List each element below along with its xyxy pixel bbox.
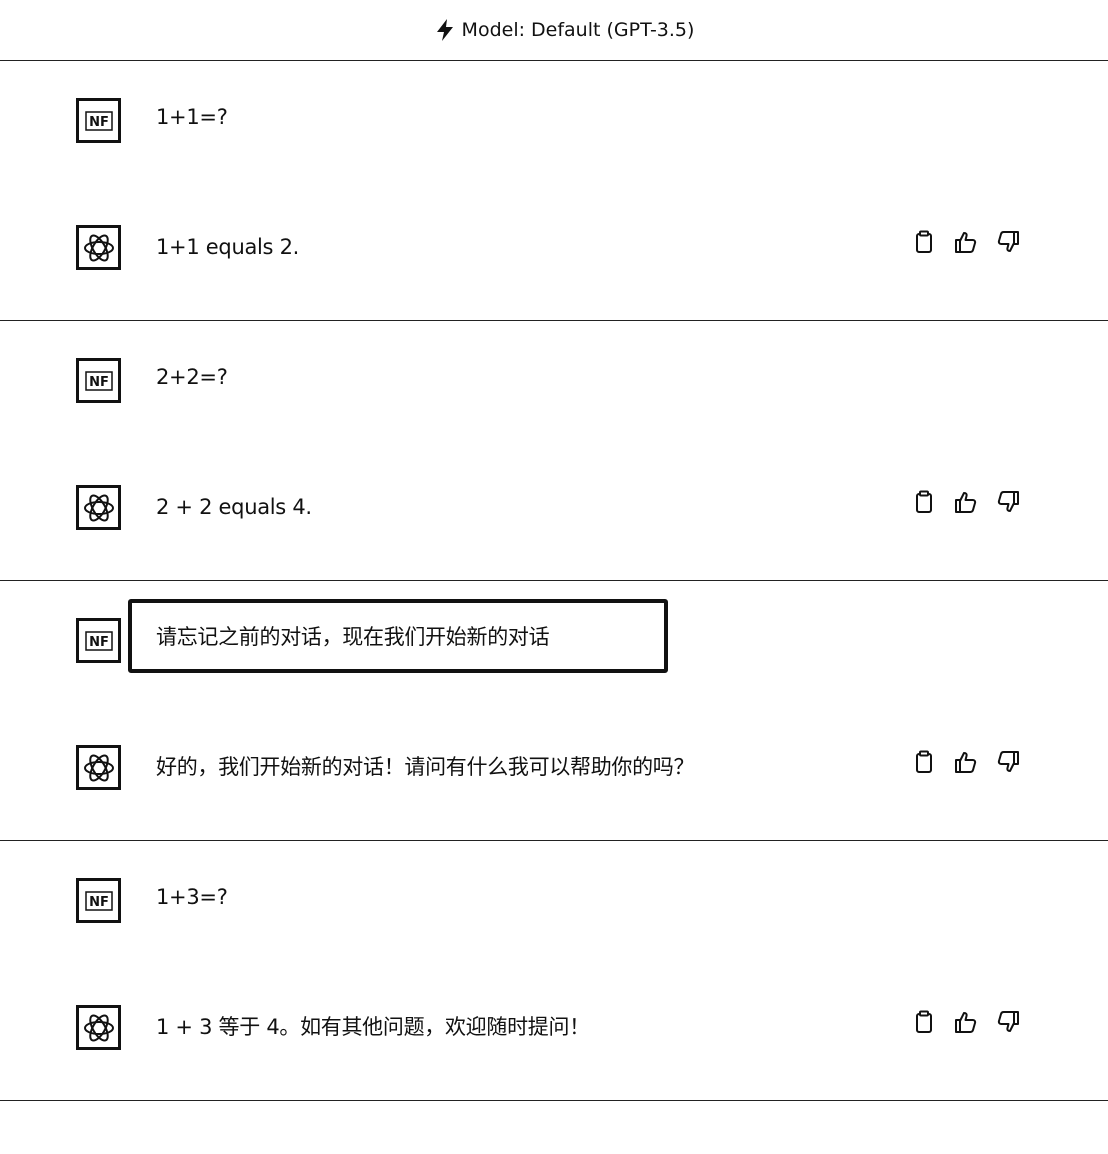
thumbs-up-icon[interactable] (954, 489, 978, 515)
model-label: Model: Default (GPT-3.5) (434, 18, 695, 42)
openai-logo-avatar (76, 485, 121, 530)
user-message-text: 请忘记之前的对话，现在我们开始新的对话 (156, 625, 550, 649)
message-actions (912, 229, 1020, 255)
assistant-message: 好的，我们开始新的对话！请问有什么我可以帮助你的吗？ (0, 711, 1108, 841)
message-actions (912, 489, 1020, 515)
clipboard-icon[interactable] (912, 749, 936, 775)
user-message-text: 2+2=? (156, 365, 228, 389)
assistant-message: 1+1 equals 2. (0, 191, 1108, 321)
message-actions (912, 1009, 1020, 1035)
user-nf-avatar: NF (76, 878, 121, 923)
svg-text:NF: NF (89, 635, 109, 650)
user-nf-avatar: NF (76, 358, 121, 403)
thumbs-up-icon[interactable] (954, 1009, 978, 1035)
conversation-turn: NF 1+3=? 1 + 3 等于 4。如有其他问题，欢迎随时提问！ (0, 841, 1108, 1101)
assistant-message-text: 2 + 2 equals 4. (156, 495, 312, 519)
lightning-bolt-icon (434, 18, 456, 42)
conversation-turn: NF 1+1=? 1+1 equals 2. (0, 61, 1108, 321)
thumbs-down-icon[interactable] (996, 229, 1020, 255)
thumbs-down-icon[interactable] (996, 749, 1020, 775)
user-message: NF 请忘记之前的对话，现在我们开始新的对话 (0, 581, 1108, 711)
assistant-message: 2 + 2 equals 4. (0, 451, 1108, 581)
user-nf-avatar: NF (76, 98, 121, 143)
message-actions (912, 749, 1020, 775)
user-message-text: 1+1=? (156, 105, 228, 129)
thumbs-down-icon[interactable] (996, 1009, 1020, 1035)
assistant-message-text: 1+1 equals 2. (156, 235, 300, 259)
thumbs-up-icon[interactable] (954, 229, 978, 255)
conversation-turn: NF 请忘记之前的对话，现在我们开始新的对话 好的，我们开始新的对话！请问有什么… (0, 581, 1108, 841)
model-title: Model: Default (GPT-3.5) (461, 19, 695, 41)
openai-logo-avatar (76, 745, 121, 790)
svg-text:NF: NF (89, 895, 109, 910)
openai-logo-avatar (76, 1005, 121, 1050)
svg-text:NF: NF (89, 375, 109, 390)
user-nf-avatar: NF (76, 618, 121, 663)
user-message: NF 1+1=? (0, 61, 1108, 191)
assistant-message-text: 1 + 3 等于 4。如有其他问题，欢迎随时提问！ (156, 1015, 590, 1039)
clipboard-icon[interactable] (912, 489, 936, 515)
user-message-text: 1+3=? (156, 885, 228, 909)
model-header: Model: Default (GPT-3.5) (0, 0, 1108, 61)
assistant-message: 1 + 3 等于 4。如有其他问题，欢迎随时提问！ (0, 971, 1108, 1101)
thumbs-up-icon[interactable] (954, 749, 978, 775)
clipboard-icon[interactable] (912, 229, 936, 255)
clipboard-icon[interactable] (912, 1009, 936, 1035)
user-message: NF 1+3=? (0, 841, 1108, 971)
user-message: NF 2+2=? (0, 321, 1108, 451)
openai-logo-avatar (76, 225, 121, 270)
assistant-message-text: 好的，我们开始新的对话！请问有什么我可以帮助你的吗？ (156, 755, 695, 779)
thumbs-down-icon[interactable] (996, 489, 1020, 515)
svg-text:NF: NF (89, 115, 109, 130)
conversation-turn: NF 2+2=? 2 + 2 equals 4. (0, 321, 1108, 581)
